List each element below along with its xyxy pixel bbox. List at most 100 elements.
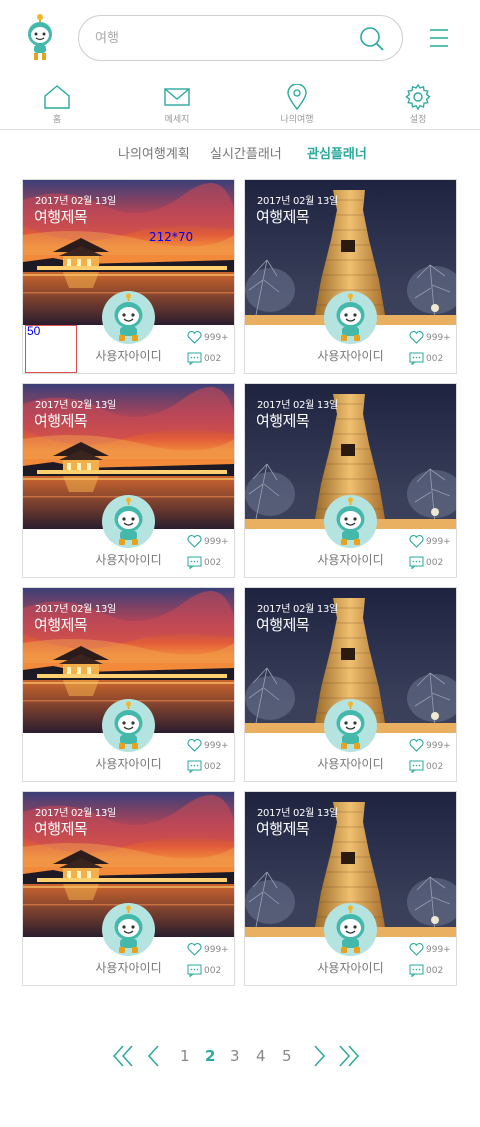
search-icon[interactable] — [358, 25, 386, 53]
card-title: 여행제목 — [34, 616, 88, 634]
planner-card[interactable]: 2017년 02월 13일 여행제목 사용자아이디 999+ 002 — [244, 587, 457, 782]
gear-icon — [405, 84, 431, 110]
location-pin-icon — [287, 84, 307, 110]
nav-label-message: 메세지 — [164, 115, 190, 125]
card-title: 여행제목 — [34, 412, 88, 430]
comments-value: 002 — [426, 966, 444, 976]
likes-count[interactable]: 999+ — [187, 943, 229, 956]
avatar[interactable] — [102, 291, 155, 344]
planner-card[interactable]: 2017년 02월 13일 여행제목 사용자아이디 999+ 002 — [22, 791, 235, 986]
heart-icon — [409, 739, 426, 752]
card-date: 2017년 02월 13일 — [257, 400, 338, 411]
nav-label-settings: 설정 — [409, 115, 427, 125]
comment-icon — [409, 964, 426, 978]
comments-count[interactable]: 002 — [187, 556, 221, 570]
nav-item-message[interactable]: 메세지 — [142, 82, 212, 128]
comments-value: 002 — [204, 354, 222, 364]
avatar[interactable] — [324, 699, 377, 752]
planner-tabs: 나의여행계획 실시간플래너 관심플래너 — [0, 143, 480, 165]
heart-icon — [409, 535, 426, 548]
comment-icon — [187, 352, 204, 366]
page-link[interactable]: 4 — [256, 1047, 266, 1065]
comments-count[interactable]: 002 — [187, 760, 222, 774]
comments-value: 002 — [426, 558, 444, 568]
comments-count[interactable]: 002 — [409, 964, 444, 978]
comment-icon — [409, 760, 426, 774]
planner-card[interactable]: 2017년 02월 13일 여행제목 사용자아이디 999+ 002 — [244, 791, 457, 986]
likes-value: 999+ — [204, 741, 229, 751]
card-title: 여행제목 — [256, 820, 310, 838]
card-title: 여행제목 — [34, 208, 88, 226]
comments-value: 002 — [204, 966, 222, 976]
nav-item-home[interactable]: 홈 — [22, 82, 92, 128]
avatar[interactable] — [324, 495, 377, 548]
comment-icon — [187, 760, 204, 774]
dev-box-annotation: 50 — [25, 324, 77, 373]
nav-item-settings[interactable]: 설정 — [383, 82, 453, 128]
heart-icon — [187, 331, 204, 344]
comments-value: 002 — [204, 762, 222, 772]
heart-icon — [409, 943, 426, 956]
comments-count[interactable]: 002 — [409, 352, 444, 366]
card-title: 여행제목 — [256, 616, 310, 634]
planner-card[interactable]: 2017년 02월 13일 여행제목 사용자아이디 999+ 002 — [244, 383, 457, 578]
avatar[interactable] — [102, 699, 155, 752]
card-date: 2017년 02월 13일 — [35, 196, 116, 207]
nav-label-my-trip: 나의여행 — [280, 115, 314, 125]
card-date: 2017년 02월 13일 — [35, 400, 116, 411]
mascot-logo-icon[interactable] — [24, 14, 56, 62]
planner-card[interactable]: 2017년 02월 13일 여행제목 사용자아이디 999+ 002 — [22, 383, 235, 578]
card-title: 여행제목 — [256, 208, 310, 226]
heart-icon — [187, 739, 204, 752]
likes-count[interactable]: 999+ — [187, 535, 229, 548]
double-chevron-left-icon[interactable] — [112, 1044, 134, 1068]
mail-icon — [164, 88, 190, 106]
dev-size-annotation: 212*70 — [149, 230, 194, 244]
page-link[interactable]: 5 — [282, 1047, 292, 1065]
card-date: 2017년 02월 13일 — [35, 808, 116, 819]
chevron-right-icon[interactable] — [308, 1044, 330, 1068]
likes-value: 999+ — [426, 945, 451, 955]
likes-count[interactable]: 999+ — [409, 535, 451, 548]
comments-count[interactable]: 002 — [409, 556, 444, 570]
main-nav: 홈 메세지 나의여행 설정 — [0, 82, 480, 130]
comments-count[interactable]: 002 — [187, 352, 222, 366]
page-link[interactable]: 3 — [230, 1047, 240, 1065]
page-link-current[interactable]: 2 — [205, 1047, 215, 1065]
avatar[interactable] — [102, 495, 155, 548]
search-bar — [78, 15, 403, 61]
comments-value: 002 — [426, 762, 444, 772]
tab-favorite-planner[interactable]: 관심플래너 — [307, 143, 367, 162]
search-input[interactable] — [95, 26, 345, 50]
likes-count[interactable]: 999+ — [187, 331, 229, 344]
planner-card[interactable]: 2017년 02월 13일 여행제목 사용자아이디 999+ 002 — [22, 587, 235, 782]
page-link[interactable]: 1 — [180, 1047, 190, 1065]
card-date: 2017년 02월 13일 — [35, 604, 116, 615]
likes-count[interactable]: 999+ — [409, 331, 451, 344]
card-title: 여행제목 — [34, 820, 88, 838]
tab-my-trip-plan[interactable]: 나의여행계획 — [118, 143, 190, 162]
comments-count[interactable]: 002 — [409, 760, 444, 774]
heart-icon — [187, 535, 204, 548]
likes-value: 999+ — [426, 741, 451, 751]
tab-realtime-planner[interactable]: 실시간플래너 — [210, 143, 282, 162]
pagination: 1 2 3 4 5 — [0, 1044, 480, 1070]
avatar[interactable] — [102, 903, 155, 956]
avatar[interactable] — [324, 291, 377, 344]
planner-card[interactable]: 2017년 02월 13일 여행제목 사용자아이디 999+ 002 — [244, 179, 457, 374]
comments-value: 002 — [426, 354, 444, 364]
comment-icon — [187, 964, 204, 978]
planner-card[interactable]: 2017년 02월 13일 여행제목 사용자아이디 999+ 002 212*70 50 — [22, 179, 235, 374]
nav-item-my-trip[interactable]: 나의여행 — [262, 82, 332, 128]
hamburger-menu-icon[interactable] — [428, 27, 450, 49]
chevron-left-icon[interactable] — [143, 1044, 165, 1068]
app-header — [0, 0, 480, 78]
card-date: 2017년 02월 13일 — [257, 604, 338, 615]
comments-count[interactable]: 002 — [187, 964, 222, 978]
likes-count[interactable]: 999+ — [187, 739, 229, 752]
double-chevron-right-icon[interactable] — [338, 1044, 360, 1068]
heart-icon — [409, 331, 426, 344]
likes-count[interactable]: 999+ — [409, 739, 451, 752]
likes-count[interactable]: 999+ — [409, 943, 451, 956]
avatar[interactable] — [324, 903, 377, 956]
